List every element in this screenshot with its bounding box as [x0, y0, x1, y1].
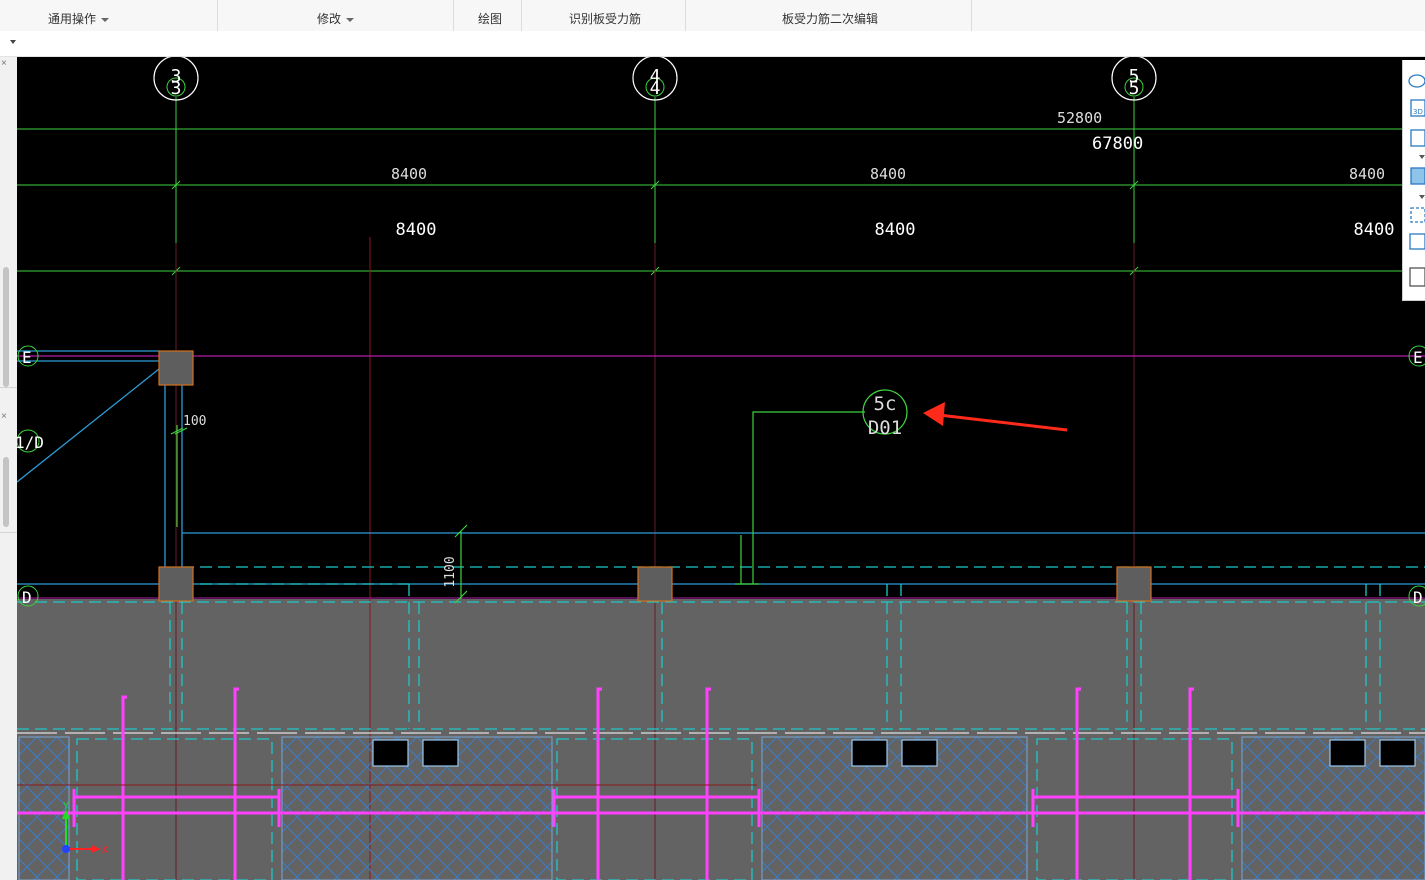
scrollbar-thumb[interactable]: [3, 267, 9, 387]
selection-icon[interactable]: [1410, 207, 1425, 223]
ribbon-toolbar: 通用操作 修改 绘图 识别板受力筋 板受力筋二次编辑: [0, 0, 1425, 32]
dim-100: 100: [183, 414, 206, 429]
axis-label-3-inner: 3: [171, 78, 182, 99]
modify-menu[interactable]: 修改: [317, 10, 355, 27]
panel-divider: [0, 387, 17, 388]
axis-label-d: D: [22, 588, 32, 607]
dim-1100: 1100: [443, 556, 458, 587]
draw-tab[interactable]: 绘图: [478, 10, 502, 27]
axis-label-e-right: E: [1413, 348, 1423, 367]
cad-canvas[interactable]: 3 3 4 4 5 5 52800 67800 8400 8400 8400 8…: [17, 57, 1425, 880]
axis-label-1d: 1/D: [17, 433, 44, 452]
annotation-d01: D01: [868, 417, 902, 439]
annotation-leader: [170, 389, 908, 604]
annotation-5c: 5c: [874, 393, 897, 415]
drawing-svg: 3 3 4 4 5 5 52800 67800 8400 8400 8400 8…: [17, 57, 1425, 880]
sub-toolbar: [0, 31, 1425, 57]
axis-label-4-inner: 4: [650, 78, 661, 99]
dim-52800: 52800: [1057, 109, 1102, 127]
view-toolbar-icons: 3D: [1408, 74, 1425, 287]
dropdown-caret-icon[interactable]: [10, 40, 16, 44]
scrollbar-thumb[interactable]: [3, 457, 9, 527]
dimension-lines: [17, 97, 1425, 307]
close-icon[interactable]: ×: [1, 58, 7, 69]
ribbon-group-draw: 绘图: [454, 0, 522, 31]
ribbon-group-edit: 板受力筋二次编辑: [686, 0, 972, 31]
red-arrow-icon: [923, 402, 1068, 432]
ribbon-group-general: 通用操作: [0, 0, 218, 31]
rotate-view-icon[interactable]: [1408, 74, 1425, 88]
list-icon[interactable]: [1409, 267, 1425, 287]
chevron-down-icon: [101, 17, 110, 22]
close-icon[interactable]: ×: [1, 411, 7, 422]
dim-8400-large-1: 8400: [396, 220, 437, 240]
ribbon-group-identify: 识别板受力筋: [522, 0, 686, 31]
axis-label-e: E: [22, 348, 32, 367]
svg-text:3D: 3D: [1413, 108, 1423, 116]
dim-8400-large-3: 8400: [1354, 220, 1395, 240]
axis-label-5-inner: 5: [1129, 78, 1140, 99]
axis-y-label: Y: [63, 801, 69, 812]
walls: [17, 350, 1425, 585]
view-toolbar: 3D: [1402, 60, 1425, 301]
identify-slab-rebar-tab[interactable]: 识别板受力筋: [569, 10, 641, 27]
modify-label: 修改: [317, 12, 342, 26]
dim-8400-small-3: 8400: [1349, 165, 1385, 183]
axis-label-d-right: D: [1413, 588, 1423, 607]
dim-67800: 67800: [1092, 134, 1143, 154]
left-panel-strip: × ×: [0, 57, 18, 880]
chevron-down-icon[interactable]: [1419, 155, 1425, 159]
cube-icon[interactable]: [1409, 233, 1425, 250]
dim-8400-small-1: 8400: [391, 165, 427, 183]
view-top-icon[interactable]: [1410, 129, 1425, 147]
view-box-icon[interactable]: [1410, 167, 1425, 185]
dim-8400-small-2: 8400: [870, 165, 906, 183]
axis-x-label: X: [102, 845, 108, 856]
ribbon-group-modify: 修改: [218, 0, 454, 31]
panel-divider: [0, 532, 17, 533]
chevron-down-icon: [346, 17, 355, 22]
general-ops-menu[interactable]: 通用操作: [48, 10, 110, 27]
edit-slab-rebar-tab[interactable]: 板受力筋二次编辑: [782, 10, 878, 27]
general-ops-label: 通用操作: [48, 12, 97, 26]
chevron-down-icon[interactable]: [1419, 195, 1425, 199]
dim-8400-large-2: 8400: [875, 220, 916, 240]
